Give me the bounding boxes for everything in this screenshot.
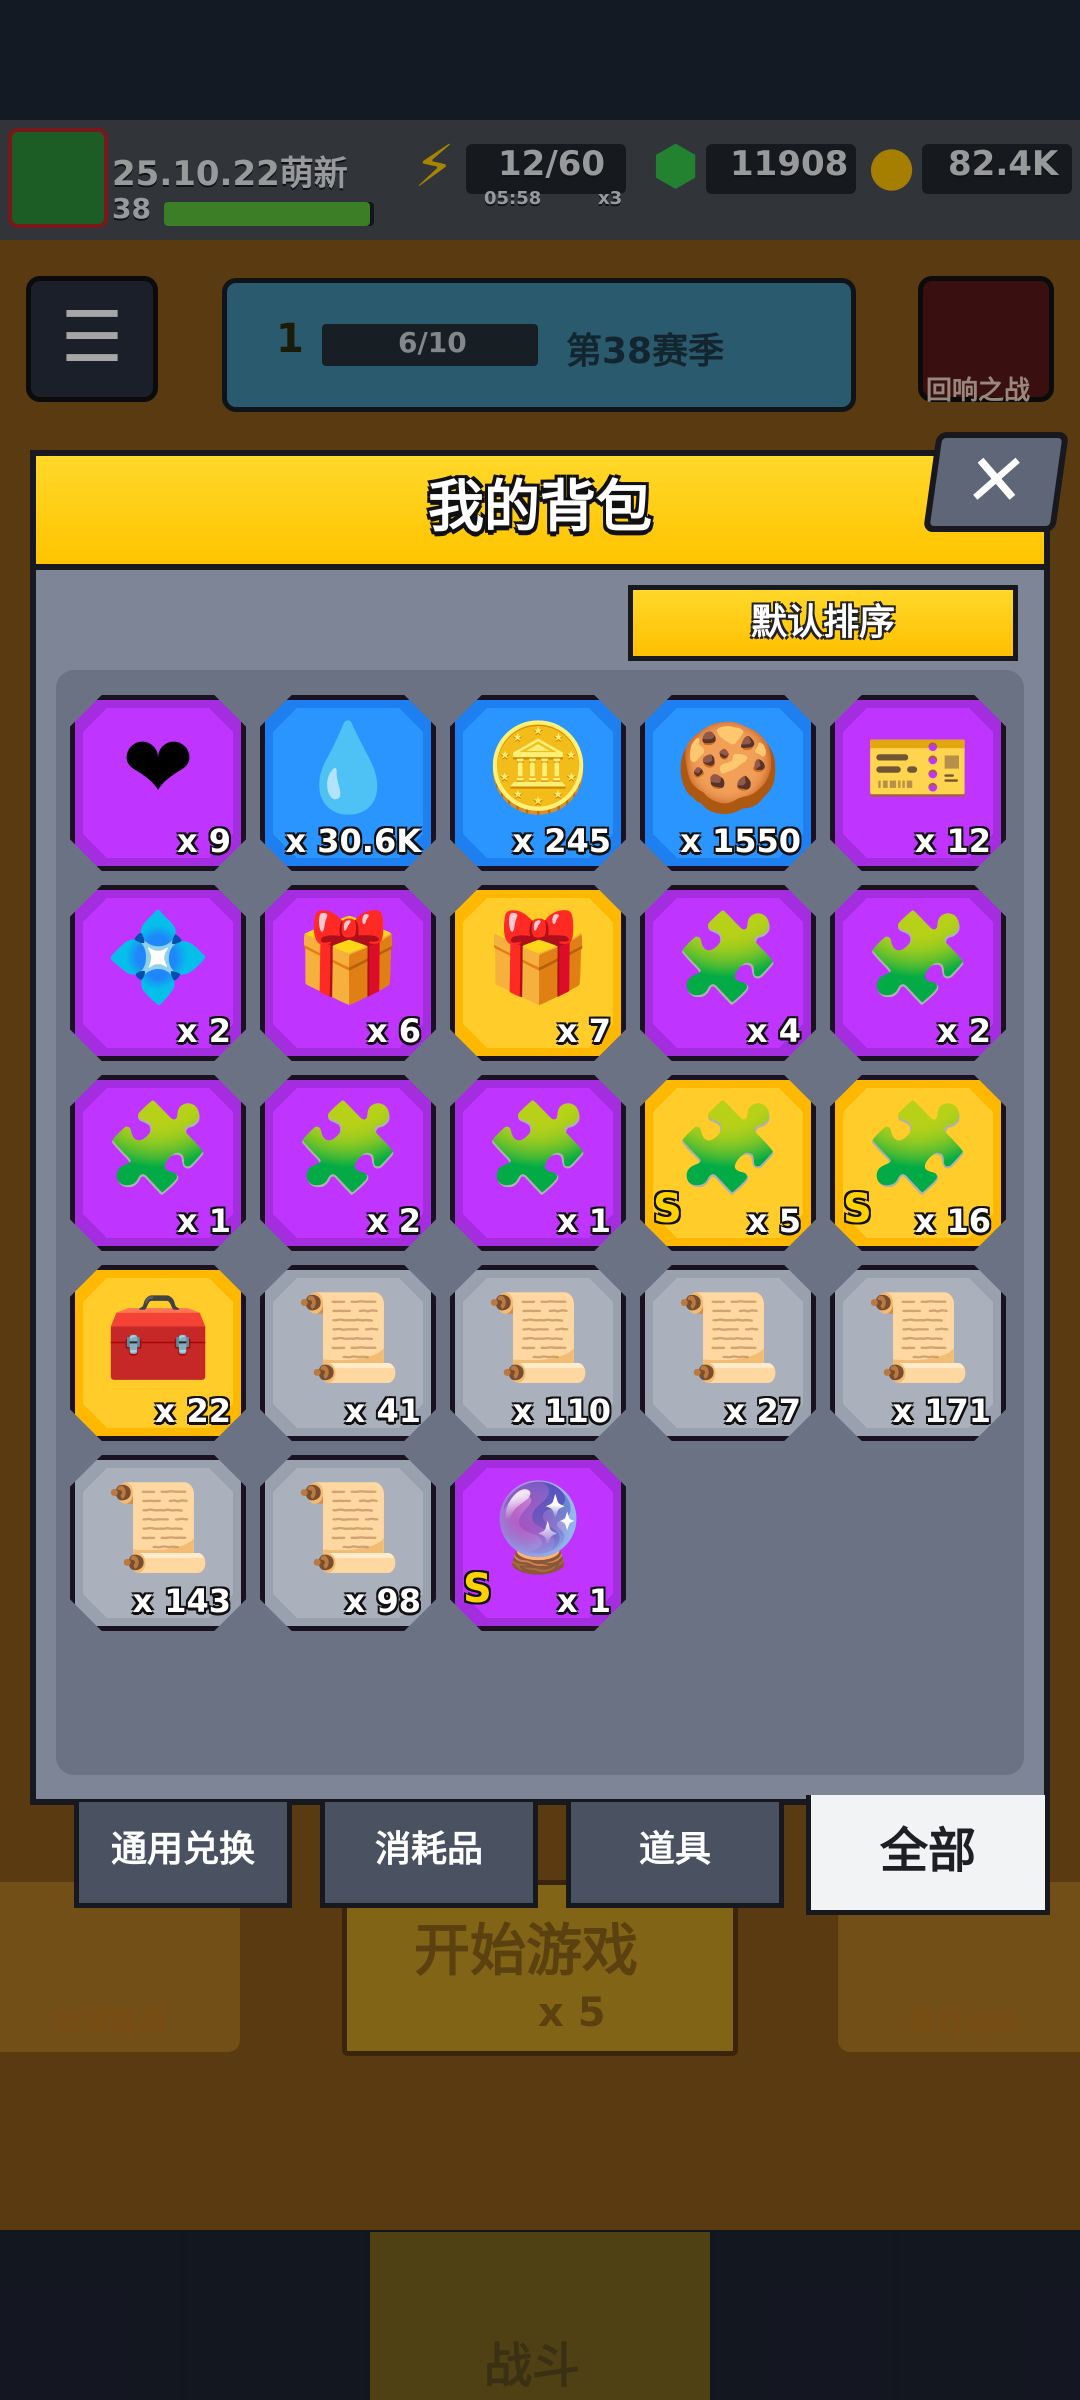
item-quantity: x 110 bbox=[512, 1392, 611, 1430]
backpack-item[interactable]: 🎫 x 12 bbox=[830, 695, 1006, 871]
item-quantity: x 2 bbox=[176, 1012, 231, 1050]
backpack-item[interactable]: 📜 x 110 bbox=[450, 1265, 626, 1441]
backpack-item[interactable]: 📜 x 27 bbox=[640, 1265, 816, 1441]
gift-box-icon: 🎁 bbox=[484, 908, 592, 1008]
gem-icon: 💠 bbox=[104, 908, 212, 1008]
tab-all[interactable]: 全部 bbox=[806, 1795, 1050, 1915]
tab-exchange[interactable]: 通用兑换 bbox=[74, 1802, 292, 1908]
oil-drop-icon: 💧 bbox=[294, 718, 402, 818]
item-quantity: x 30.6K bbox=[285, 822, 421, 860]
gift-box-icon: 🎁 bbox=[294, 908, 402, 1008]
backpack-item[interactable]: 🧩 x 1 bbox=[450, 1075, 626, 1251]
backpack-item[interactable]: 📜 x 143 bbox=[70, 1455, 246, 1631]
backpack-item[interactable]: 🧰 x 22 bbox=[70, 1265, 246, 1441]
item-quantity: x 2 bbox=[936, 1012, 991, 1050]
backpack-item[interactable]: 📜 x 171 bbox=[830, 1265, 1006, 1441]
close-button[interactable]: ✕ bbox=[922, 432, 1070, 532]
necklace-scroll-icon: 📜 bbox=[674, 1288, 782, 1388]
backpack-item[interactable]: 🧩 x 2 bbox=[260, 1075, 436, 1251]
backpack-item[interactable]: 🍪 x 1550 bbox=[640, 695, 816, 871]
item-quantity: x 245 bbox=[512, 822, 611, 860]
weapon-scroll-icon: 📜 bbox=[294, 1288, 402, 1388]
item-grid-items: ❤ x 9 💧 x 30.6K 🪙 x 245 🍪 x 1550 🎫 x 12 💠 x 2 🎁 x 6 🎁 x… bbox=[70, 695, 1010, 1645]
item-quantity: x 41 bbox=[344, 1392, 421, 1430]
item-quantity: x 143 bbox=[132, 1582, 231, 1620]
backpack-item[interactable]: 🧩 x 4 bbox=[640, 885, 816, 1061]
boots-scroll-icon: 📜 bbox=[294, 1478, 402, 1578]
status-bar-area bbox=[0, 0, 1080, 120]
item-quantity: x 9 bbox=[176, 822, 231, 860]
backpack-item[interactable]: 🧩 x 2 bbox=[830, 885, 1006, 1061]
gold-coin-icon: 🪙 bbox=[484, 718, 592, 818]
item-quantity: x 1550 bbox=[680, 822, 801, 860]
tab-props[interactable]: 道具 bbox=[566, 1802, 784, 1908]
item-quantity: x 5 bbox=[746, 1202, 801, 1240]
puzzle-piece-icon: 🧩 bbox=[484, 1098, 592, 1198]
backpack-item[interactable]: 🎁 x 7 bbox=[450, 885, 626, 1061]
rarity-badge: S bbox=[463, 1566, 492, 1612]
heart-icon: ❤ bbox=[121, 718, 195, 818]
belt-scroll-icon: 📜 bbox=[864, 1288, 972, 1388]
backpack-item[interactable]: 📜 x 98 bbox=[260, 1455, 436, 1631]
ticket-icon: 🎫 bbox=[864, 718, 972, 818]
item-quantity: x 1 bbox=[556, 1582, 611, 1620]
armor-scroll-icon: 📜 bbox=[484, 1288, 592, 1388]
item-quantity: x 7 bbox=[556, 1012, 611, 1050]
backpack-item[interactable]: ❤ x 9 bbox=[70, 695, 246, 871]
backpack-item[interactable]: 🎁 x 6 bbox=[260, 885, 436, 1061]
glove-scroll-icon: 📜 bbox=[104, 1478, 212, 1578]
sort-button[interactable]: 默认排序 bbox=[628, 585, 1018, 661]
item-quantity: x 171 bbox=[892, 1392, 991, 1430]
item-quantity: x 27 bbox=[724, 1392, 801, 1430]
backpack-item[interactable]: 🧩 Sx 5 bbox=[640, 1075, 816, 1251]
item-quantity: x 6 bbox=[366, 1012, 421, 1050]
item-quantity: x 4 bbox=[746, 1012, 801, 1050]
item-quantity: x 22 bbox=[154, 1392, 231, 1430]
puzzle-piece-icon: 🧩 bbox=[864, 908, 972, 1008]
item-quantity: x 98 bbox=[344, 1582, 421, 1620]
backpack-item[interactable]: 🪙 x 245 bbox=[450, 695, 626, 871]
rarity-badge: S bbox=[653, 1186, 682, 1232]
chest-icon: 🧰 bbox=[104, 1288, 212, 1388]
backpack-item[interactable]: 🧩 x 1 bbox=[70, 1075, 246, 1251]
puzzle-piece-icon: 🧩 bbox=[104, 1098, 212, 1198]
backpack-item[interactable]: 💧 x 30.6K bbox=[260, 695, 436, 871]
puzzle-piece-icon: 🧩 bbox=[674, 908, 782, 1008]
backpack-title: 我的背包 bbox=[428, 475, 652, 540]
item-quantity: x 1 bbox=[176, 1202, 231, 1240]
rarity-badge: S bbox=[843, 1186, 872, 1232]
item-quantity: x 16 bbox=[914, 1202, 991, 1240]
tab-consumables[interactable]: 消耗品 bbox=[320, 1802, 538, 1908]
item-quantity: x 2 bbox=[366, 1202, 421, 1240]
backpack-item[interactable]: 🔮 Sx 1 bbox=[450, 1455, 626, 1631]
backpack-item[interactable]: 📜 x 41 bbox=[260, 1265, 436, 1441]
backpack-item[interactable]: 🧩 Sx 16 bbox=[830, 1075, 1006, 1251]
pet-icon: 🍪 bbox=[674, 718, 782, 818]
puzzle-piece-icon: 🧩 bbox=[294, 1098, 402, 1198]
item-quantity: x 1 bbox=[556, 1202, 611, 1240]
backpack-item[interactable]: 💠 x 2 bbox=[70, 885, 246, 1061]
item-quantity: x 12 bbox=[914, 822, 991, 860]
